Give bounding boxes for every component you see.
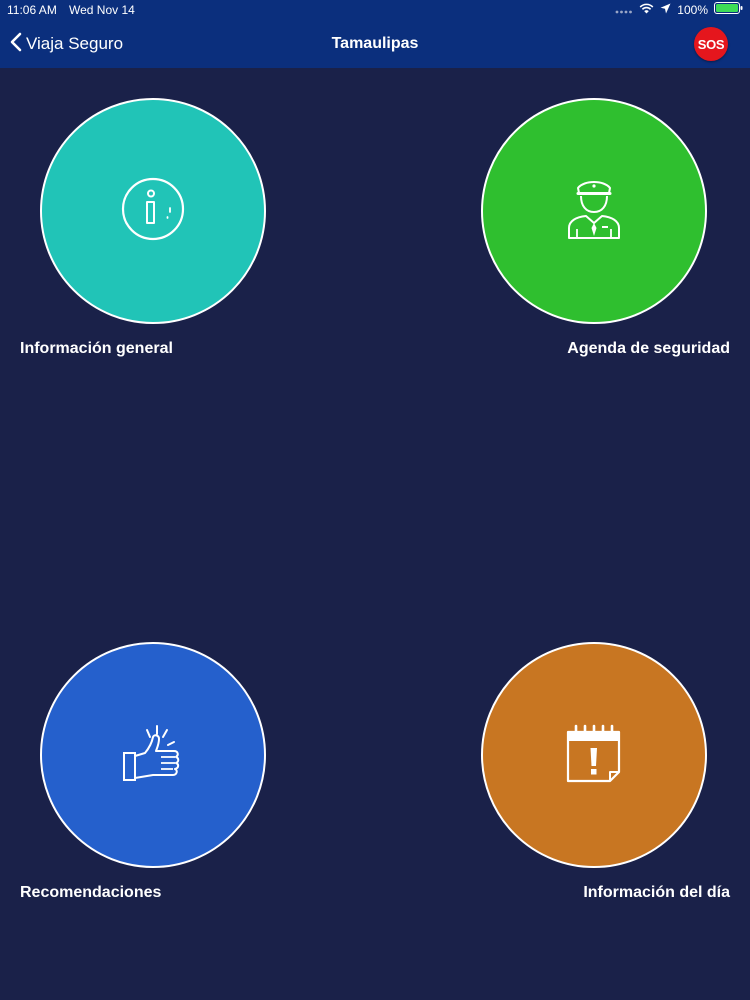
informacion-del-dia-circle[interactable]	[481, 642, 707, 868]
location-arrow-icon	[660, 0, 671, 20]
info-icon	[120, 176, 186, 247]
agenda-de-seguridad-circle[interactable]	[481, 98, 707, 324]
tile-agenda-de-seguridad[interactable]: Agenda de seguridad	[460, 98, 750, 368]
tile-informacion-general[interactable]: Información general	[0, 98, 290, 368]
recomendaciones-label: Recomendaciones	[20, 884, 162, 901]
chevron-left-icon	[10, 32, 26, 57]
tile-informacion-del-dia[interactable]: Información del día	[460, 642, 750, 912]
battery-icon	[714, 0, 744, 20]
wifi-icon	[639, 0, 654, 20]
informacion-del-dia-label: Información del día	[583, 884, 730, 901]
status-bar: 11:06 AM Wed Nov 14 100%	[0, 0, 750, 20]
battery-percent: 100%	[677, 3, 708, 17]
tile-recomendaciones[interactable]: Recomendaciones	[0, 642, 290, 912]
police-officer-icon	[566, 176, 622, 247]
thumbs-up-icon	[119, 720, 187, 791]
recomendaciones-circle[interactable]	[40, 642, 266, 868]
signal-dots-icon	[615, 0, 633, 20]
informacion-general-circle[interactable]	[40, 98, 266, 324]
status-icons: 100%	[615, 0, 744, 20]
status-time: 11:06 AM	[7, 3, 57, 17]
back-button[interactable]: Viaja Seguro	[10, 20, 123, 68]
agenda-de-seguridad-label: Agenda de seguridad	[567, 340, 730, 357]
informacion-general-label: Información general	[20, 340, 173, 357]
status-date: Wed Nov 14	[69, 3, 135, 17]
back-button-label: Viaja Seguro	[26, 34, 124, 53]
sos-button[interactable]: SOS	[694, 27, 728, 61]
calendar-alert-icon	[563, 720, 625, 791]
navigation-bar: Viaja Seguro Tamaulipas SOS	[0, 20, 750, 68]
